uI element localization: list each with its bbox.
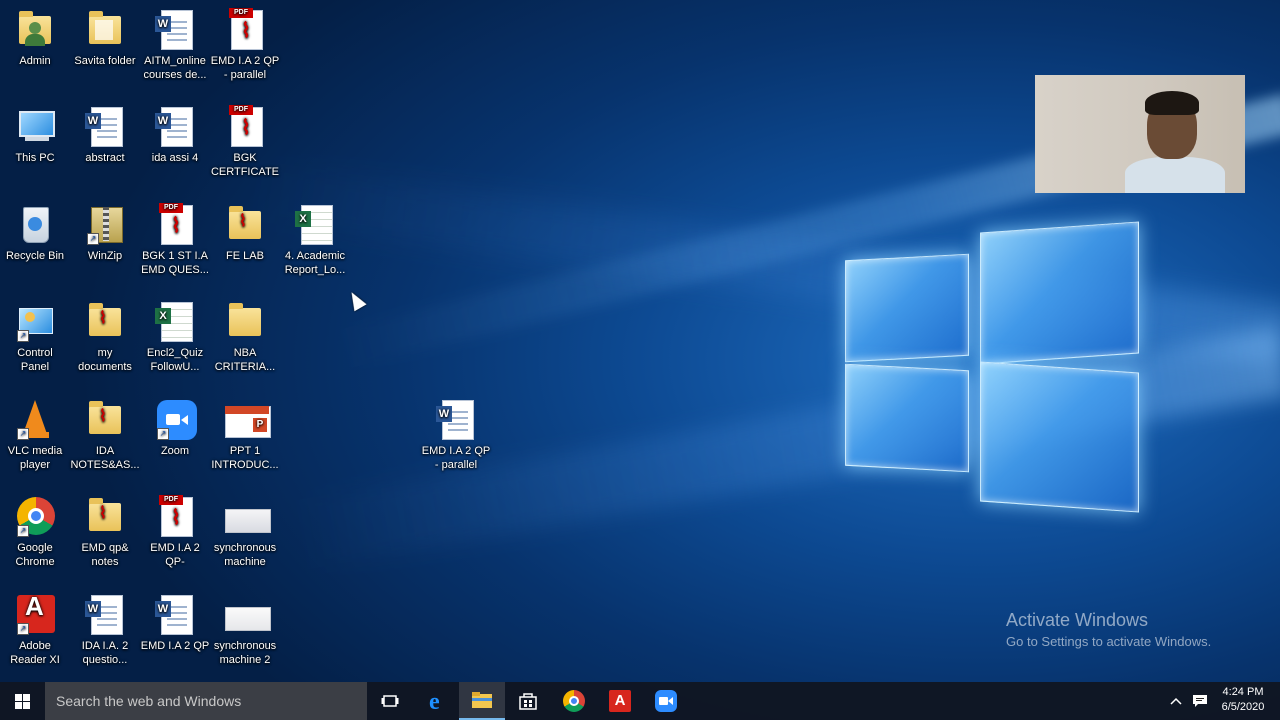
desktop-icon-bgk-certificate[interactable]: PDF ⌇ BGK CERTFICATE: [210, 105, 280, 179]
desktop-icon-emd-ia2-qp-dash[interactable]: PDF ⌇ EMD I.A 2 QP-: [140, 495, 210, 569]
desktop-icon-aitm-online-courses[interactable]: W AITM_online courses de...: [140, 8, 210, 82]
pdf-folder-icon: ⌇: [85, 495, 125, 537]
image-file-icon: [225, 593, 271, 635]
desktop-icon-emd-ia2-qp-parallel-doc[interactable]: W EMD I.A 2 QP - parallel: [421, 398, 491, 472]
pdf-folder-icon: ⌇: [85, 398, 125, 440]
clock-date: 6/5/2020: [1221, 701, 1265, 713]
file-explorer-icon: [472, 692, 492, 708]
desktop-icon-emd-ia2-qp[interactable]: W EMD I.A 2 QP: [140, 593, 210, 653]
desktop-icon-bgk-1st-ia[interactable]: PDF ⌇ BGK 1 ST I.A EMD QUES...: [140, 203, 210, 277]
mouse-pointer-icon: [345, 288, 367, 312]
desktop-icon-ppt-1-introduction[interactable]: P PPT 1 INTRODUC...: [210, 398, 280, 472]
action-center-button[interactable]: [1189, 682, 1211, 720]
vlc-cone-icon: ↗: [15, 398, 55, 440]
pdf-folder-icon: ⌇: [225, 203, 265, 245]
desktop-icon-fe-lab[interactable]: ⌇ FE LAB: [210, 203, 280, 263]
show-hidden-icons-button[interactable]: [1166, 682, 1186, 720]
clock-time: 4:24 PM: [1222, 686, 1264, 698]
user-folder-icon: [15, 8, 55, 50]
taskbar-store-button[interactable]: [505, 682, 551, 720]
word-document-icon: W: [155, 8, 195, 50]
image-file-icon: [225, 495, 271, 537]
desktop-icon-encl2-quiz[interactable]: X Encl2_Quiz FollowU...: [140, 300, 210, 374]
store-bag-icon: [519, 693, 537, 710]
activation-watermark: Activate Windows Go to Settings to activ…: [1006, 610, 1211, 649]
desktop-icon-recycle-bin[interactable]: Recycle Bin: [0, 203, 70, 263]
desktop-icon-ida-assi-4[interactable]: W ida assi 4: [140, 105, 210, 165]
taskbar-adobe-reader-button[interactable]: A: [597, 682, 643, 720]
desktop-icon-savita-folder[interactable]: Savita folder: [70, 8, 140, 68]
taskbar-file-explorer-button[interactable]: [459, 682, 505, 720]
powerpoint-document-icon: P: [225, 398, 271, 440]
word-document-icon: W: [85, 105, 125, 147]
search-placeholder: Search the web and Windows: [56, 693, 242, 709]
word-document-icon: W: [436, 398, 476, 440]
desktop-icon-academic-report[interactable]: X 4. Academic Report_Lo...: [280, 203, 350, 277]
taskbar-zoom-button[interactable]: [643, 682, 689, 720]
desktop-icon-google-chrome[interactable]: ↗ Google Chrome: [0, 495, 70, 569]
adobe-reader-icon: A: [609, 690, 631, 712]
task-view-button[interactable]: [367, 682, 413, 720]
zoom-icon: [655, 690, 677, 712]
chevron-up-icon: [1170, 697, 1182, 705]
desktop-icon-synchronous-machine[interactable]: synchronous machine: [210, 495, 280, 569]
zoom-icon: ↗: [155, 398, 197, 440]
desktop-icon-vlc[interactable]: ↗ VLC media player: [0, 398, 70, 472]
pdf-document-icon: PDF ⌇: [225, 105, 265, 147]
chrome-icon: ↗: [15, 495, 55, 537]
word-document-icon: W: [155, 105, 195, 147]
desktop-icon-abstract[interactable]: W abstract: [70, 105, 140, 165]
folder-icon: [85, 8, 125, 50]
word-document-icon: W: [155, 593, 195, 635]
desktop-icon-nba-criteria[interactable]: NBA CRITERIA...: [210, 300, 280, 374]
search-box[interactable]: Search the web and Windows: [45, 682, 367, 720]
notification-icon: [1193, 695, 1207, 707]
word-document-icon: W: [85, 593, 125, 635]
svg-text:e: e: [429, 690, 440, 712]
activation-subtitle: Go to Settings to activate Windows.: [1006, 634, 1212, 649]
computer-icon: [15, 105, 55, 147]
excel-document-icon: X: [295, 203, 335, 245]
windows-wallpaper-logo: [843, 215, 1143, 515]
recycle-bin-icon: [15, 203, 55, 245]
desktop-icon-adobe-reader[interactable]: A ↗ Adobe Reader XI: [0, 593, 70, 667]
windows-logo-icon: [15, 694, 30, 709]
desktop-icon-control-panel[interactable]: ↗ Control Panel: [0, 300, 70, 374]
desktop-icon-ida-ia2-questions[interactable]: W IDA I.A. 2 questio...: [70, 593, 140, 667]
taskbar-edge-button[interactable]: e: [414, 682, 460, 720]
desktop-icon-ida-notes[interactable]: ⌇ IDA NOTES&AS...: [70, 398, 140, 472]
desktop-icon-this-pc[interactable]: This PC: [0, 105, 70, 165]
adobe-reader-icon: A ↗: [15, 593, 55, 635]
desktop-icon-zoom[interactable]: ↗ Zoom: [140, 398, 210, 458]
control-panel-icon: ↗: [15, 300, 55, 342]
chrome-icon: [563, 690, 585, 712]
winzip-icon: ↗: [85, 203, 125, 245]
pdf-document-icon: PDF ⌇: [155, 495, 195, 537]
desktop-icon-emd-ia2-qp-parallel-pdf[interactable]: PDF ⌇ EMD I.A 2 QP - parallel: [210, 8, 280, 82]
desktop-icon-my-documents[interactable]: ⌇ my documents: [70, 300, 140, 374]
task-view-icon: [381, 695, 399, 707]
desktop-icon-winzip[interactable]: ↗ WinZip: [70, 203, 140, 263]
taskbar: Search the web and Windows e A 4:24 PM 6…: [0, 682, 1280, 720]
pdf-document-icon: PDF ⌇: [155, 203, 195, 245]
desktop-icon-emd-qp-notes[interactable]: ⌇ EMD qp& notes: [70, 495, 140, 569]
pdf-document-icon: PDF ⌇: [225, 8, 265, 50]
start-button[interactable]: [0, 682, 45, 720]
pdf-folder-icon: ⌇: [85, 300, 125, 342]
excel-document-icon: X: [155, 300, 195, 342]
folder-icon: [225, 300, 265, 342]
webcam-overlay: [1035, 75, 1245, 193]
taskbar-chrome-button[interactable]: [551, 682, 597, 720]
edge-icon: e: [429, 690, 440, 712]
desktop-icon-synchronous-machine-2[interactable]: synchronous machine 2: [210, 593, 280, 667]
desktop-icon-admin[interactable]: Admin: [0, 8, 70, 68]
activation-title: Activate Windows: [1006, 610, 1149, 630]
system-clock[interactable]: 4:24 PM 6/5/2020: [1214, 685, 1272, 715]
